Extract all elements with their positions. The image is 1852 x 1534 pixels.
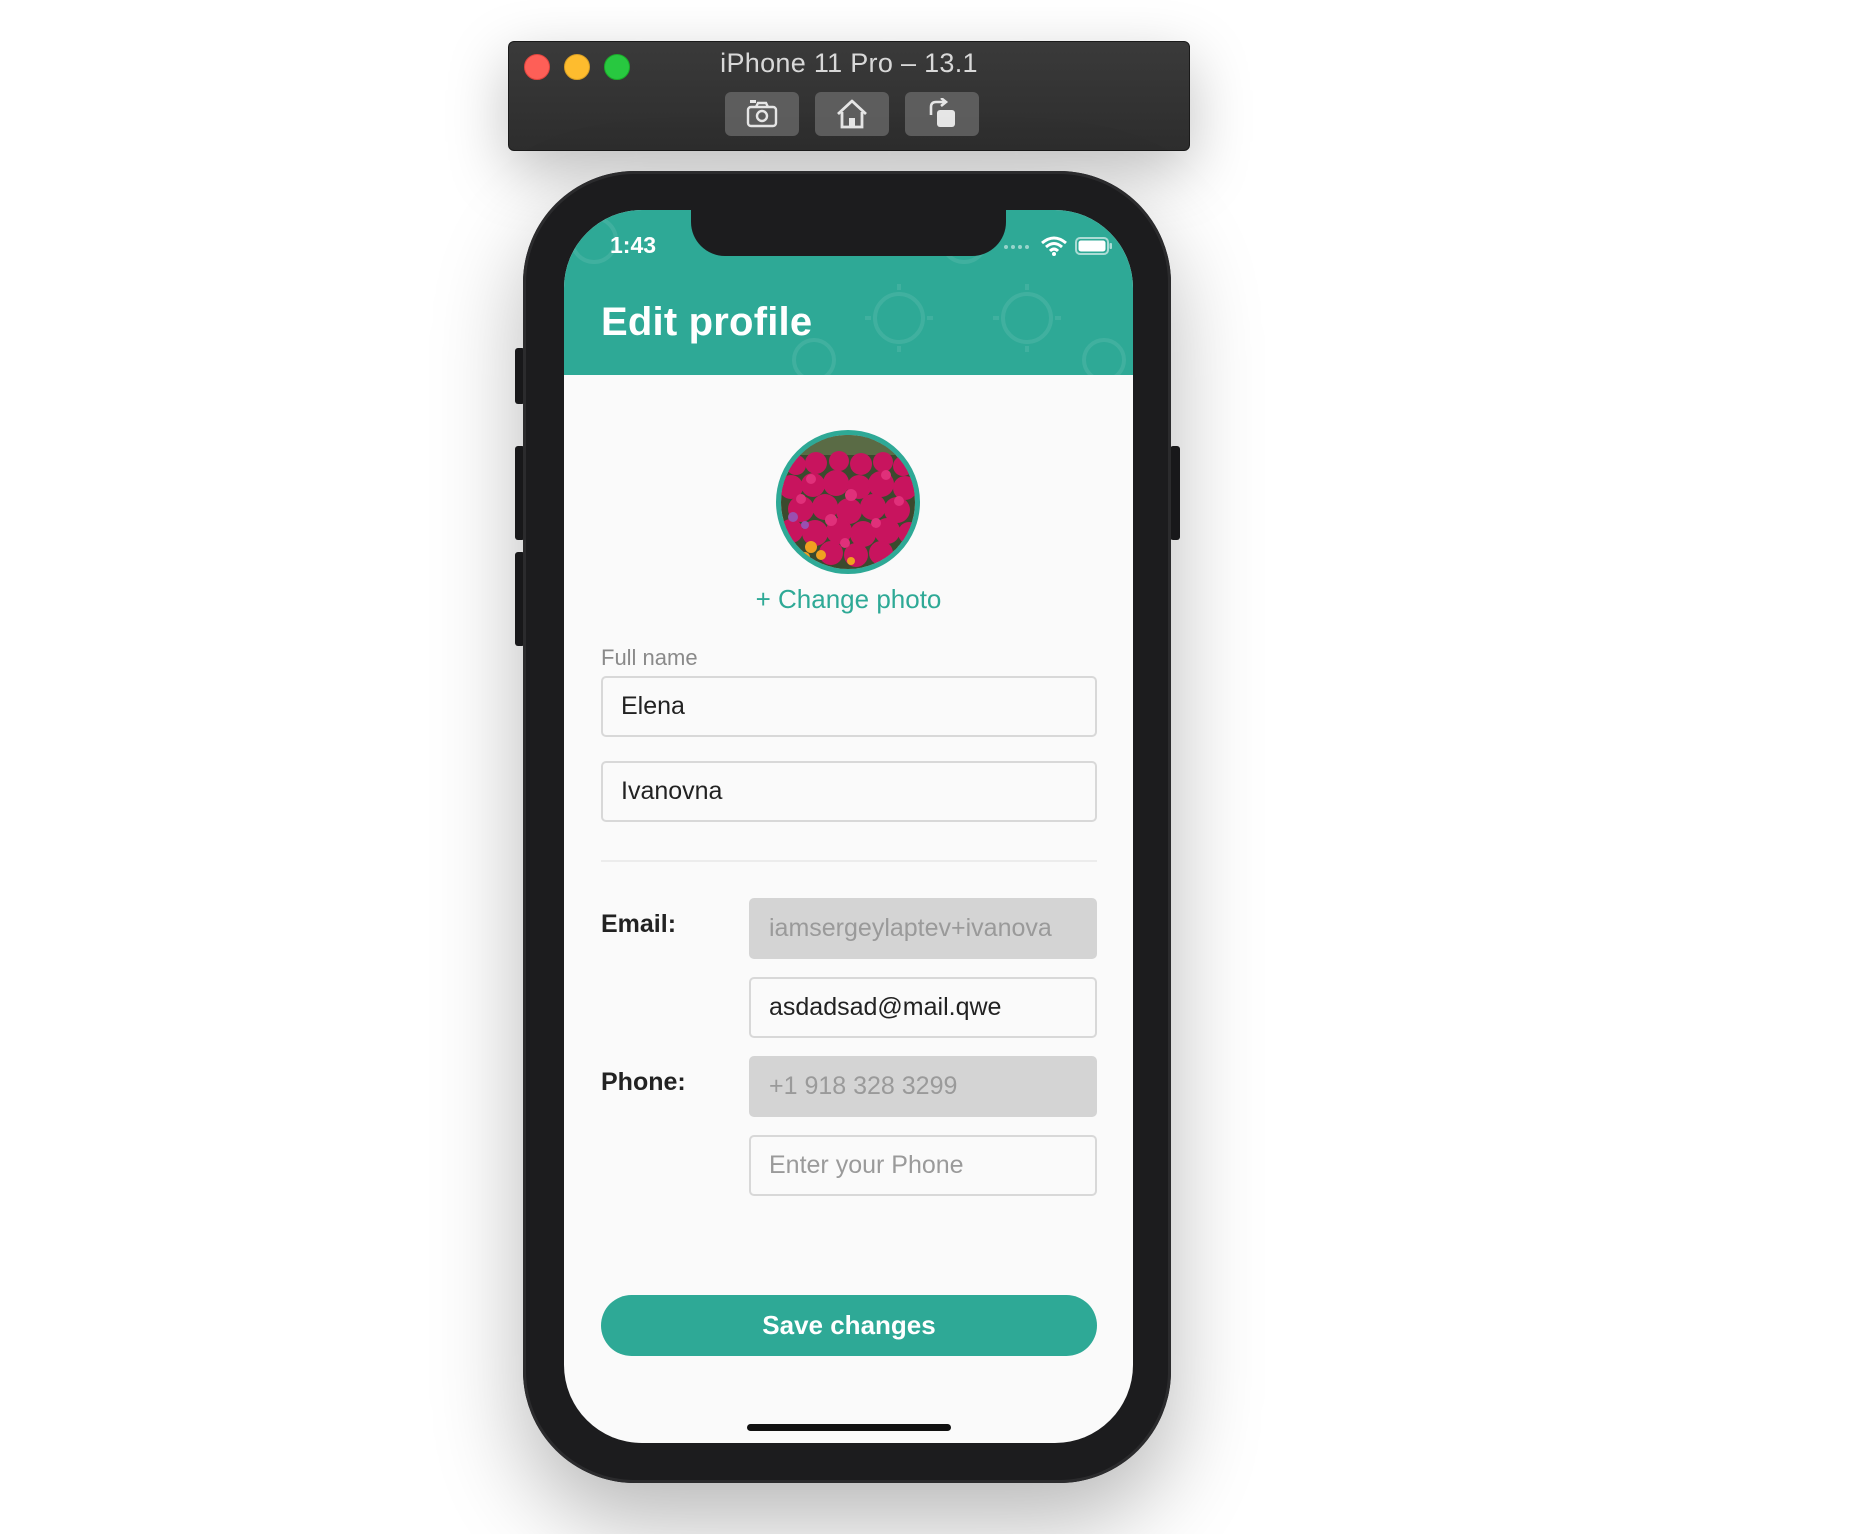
desktop-background: iPhone 11 Pro – 13.1 1:43 Edit profile +…: [0, 0, 1852, 1534]
current-phone-field: [749, 1056, 1097, 1117]
rotate-icon: [929, 98, 955, 127]
full-name-label: Full name: [601, 645, 698, 670]
signal-icon: [1004, 245, 1029, 249]
section-divider: [601, 860, 1097, 862]
phone-notch: [691, 210, 1006, 256]
rotate-button[interactable]: [905, 92, 979, 136]
change-photo-link[interactable]: + Change photo: [564, 584, 1133, 615]
profile-avatar[interactable]: [776, 430, 920, 574]
new-email-field[interactable]: [749, 977, 1097, 1038]
wifi-icon: [1041, 236, 1067, 256]
home-button[interactable]: [815, 92, 889, 136]
flower-photo: [781, 435, 915, 569]
new-phone-field[interactable]: [749, 1135, 1097, 1196]
camera-icon: [746, 100, 778, 128]
screenshot-button[interactable]: [725, 92, 799, 136]
simulator-window-toolbar: iPhone 11 Pro – 13.1: [508, 41, 1190, 151]
home-icon: [837, 99, 867, 129]
current-email-field: [749, 898, 1097, 959]
status-time: 1:43: [610, 232, 657, 258]
status-icons: [1003, 236, 1113, 256]
simulator-title: iPhone 11 Pro – 13.1: [720, 48, 978, 78]
last-name-field[interactable]: [601, 761, 1097, 822]
save-changes-button[interactable]: Save changes: [601, 1295, 1097, 1356]
phone-screen: 1:43 Edit profile + Change photo Full na…: [564, 210, 1133, 1443]
phone-label: Phone:: [601, 1068, 686, 1096]
battery-icon: [1075, 237, 1112, 255]
page-title: Edit profile: [601, 300, 813, 344]
email-label: Email:: [601, 910, 677, 938]
first-name-field[interactable]: [601, 676, 1097, 737]
home-indicator[interactable]: [747, 1424, 951, 1431]
power-button: [1170, 446, 1180, 540]
